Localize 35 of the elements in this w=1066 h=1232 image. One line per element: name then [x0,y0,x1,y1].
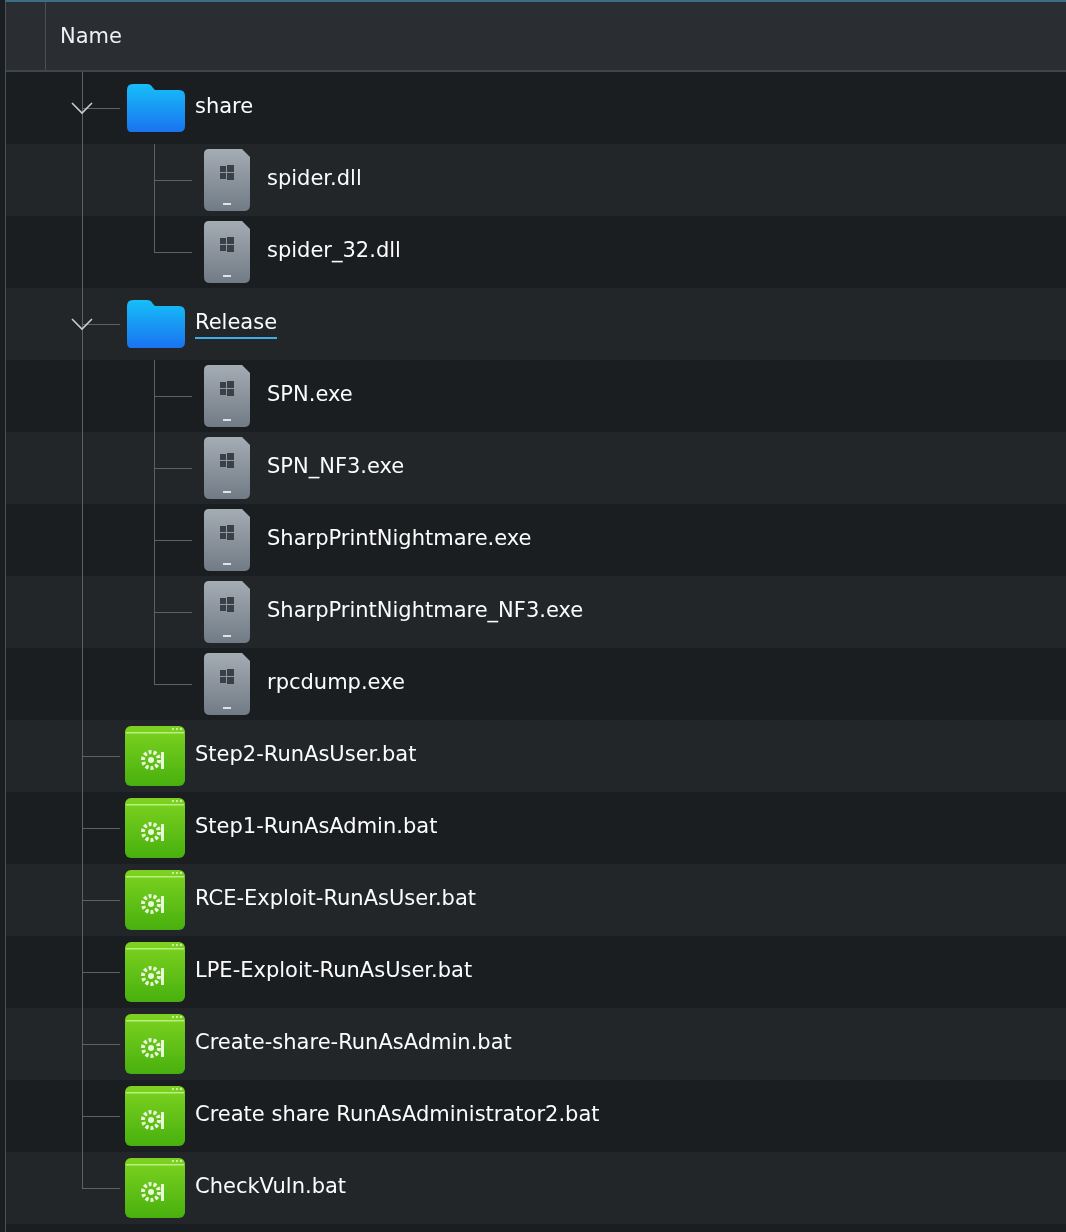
file-name[interactable]: Step1-RunAsAdmin.bat [195,813,438,843]
gear-script-icon [125,942,185,1002]
folder-icon [125,84,185,132]
file-name[interactable]: SPN_NF3.exe [267,453,405,483]
file-name[interactable]: CheckVuln.bat [195,1173,347,1203]
chevron-icon[interactable] [70,317,94,331]
file-name[interactable]: SharpPrintNightmare.exe [267,525,532,555]
file-name[interactable]: Create-share-RunAsAdmin.bat [195,1029,512,1059]
file-name[interactable]: Release [195,309,278,339]
file-name[interactable]: Step2-RunAsUser.bat [195,741,417,771]
windows-file-icon [204,149,250,211]
file-name[interactable]: Create share RunAsAdministrator2.bat [195,1101,600,1131]
file-name[interactable]: RCE-Exploit-RunAsUser.bat [195,885,477,915]
gear-script-icon [125,1086,185,1146]
windows-file-icon [204,581,250,643]
windows-file-icon [204,653,250,715]
column-header[interactable]: Name [46,2,122,70]
file-name[interactable]: rpcdump.exe [267,669,405,699]
chevron-icon[interactable] [70,101,94,115]
windows-file-icon [204,365,250,427]
file-name[interactable]: spider_32.dll [267,237,401,267]
gear-script-icon [125,726,185,786]
windows-file-icon [204,437,250,499]
windows-file-icon [204,509,250,571]
file-name[interactable]: SharpPrintNightmare_NF3.exe [267,597,584,627]
file-name[interactable]: share [195,93,254,123]
gear-script-icon [125,798,185,858]
gear-script-icon [125,870,185,930]
file-name[interactable]: SPN.exe [267,381,353,411]
file-name[interactable]: spider.dll [267,165,362,195]
file-name[interactable]: LPE-Exploit-RunAsUser.bat [195,957,473,987]
gear-script-icon [125,1014,185,1074]
folder-icon [125,300,185,348]
windows-file-icon [204,221,250,283]
gear-script-icon [125,1158,185,1218]
